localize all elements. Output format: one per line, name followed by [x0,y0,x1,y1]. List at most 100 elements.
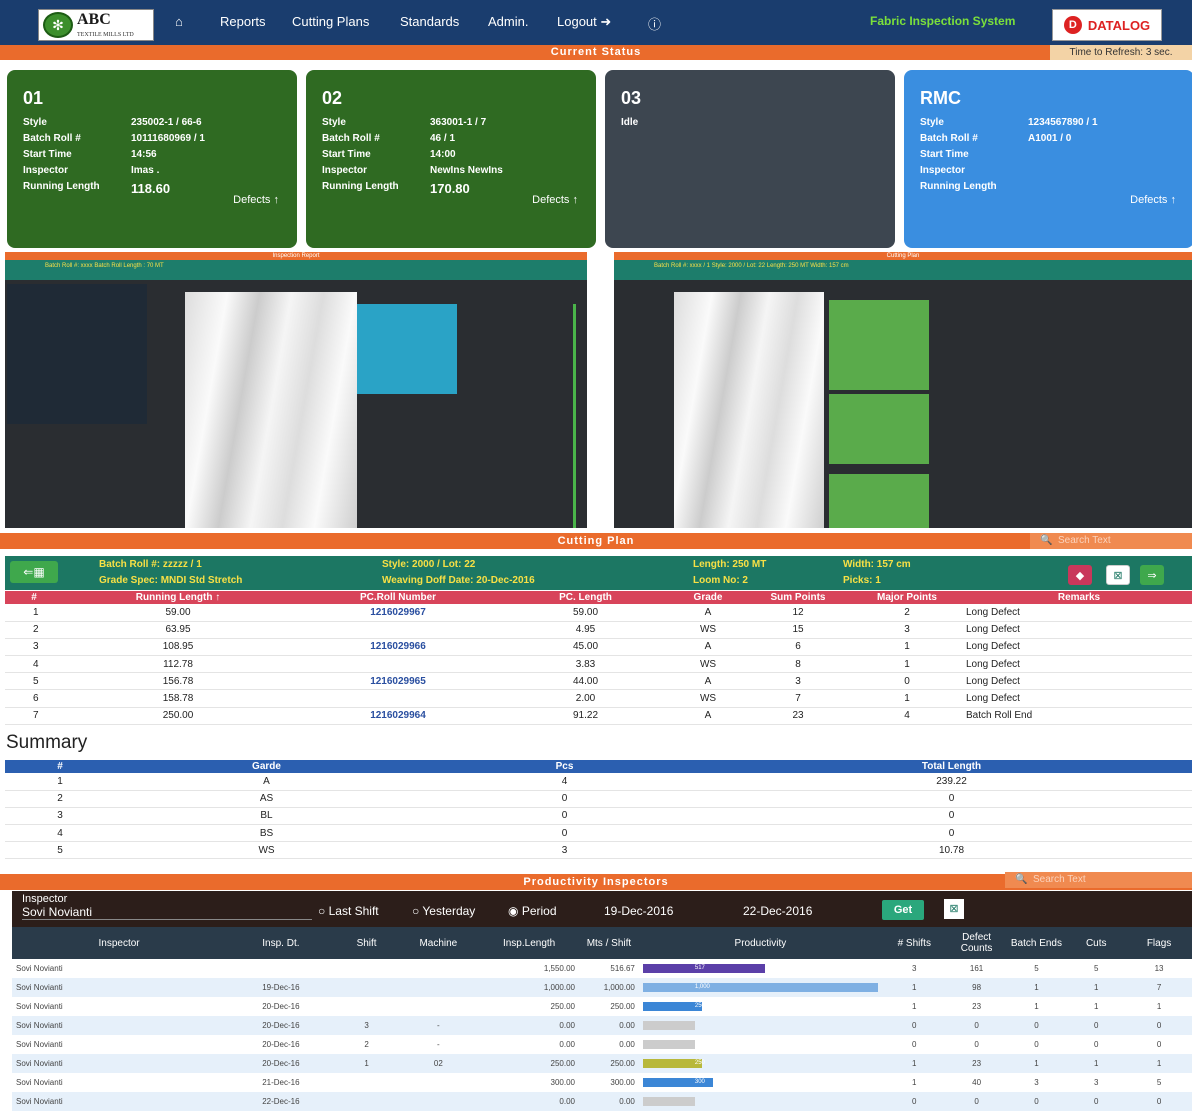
table-cell: A [115,773,418,791]
excel-export-button[interactable]: ⊠ [1106,565,1130,585]
table-cell: Sovi Novianti [16,964,63,973]
map-forward-button[interactable]: ⇒ [1140,565,1164,585]
column-header[interactable]: PC. Length [503,591,668,604]
column-header[interactable]: Batch Ends [1006,927,1067,959]
column-header[interactable]: Insp. Dt. [226,927,336,959]
column-header[interactable]: Productivity [638,927,882,959]
roll-number-link[interactable]: 1216029967 [293,604,503,622]
table-cell [397,1092,479,1111]
table-row[interactable]: Sovi Novianti 20-Dec-16 2 - 0.00 0.00 0 0 0 0 0 [12,1035,1192,1054]
column-header[interactable]: Flags [1126,927,1192,959]
column-header[interactable]: Insp.Length [479,927,579,959]
nav-standards[interactable]: Standards [400,14,459,29]
column-header[interactable]: Major Points [848,591,966,604]
productivity-bar: 1,000 [642,983,878,993]
column-header[interactable]: # [5,591,63,604]
defects-link[interactable]: Defects ↑ [1130,194,1176,206]
table-cell: 0 [418,790,711,808]
column-header[interactable]: PC.Roll Number [293,591,503,604]
roll-number-link[interactable] [293,621,503,639]
table-cell: Long Defect [966,672,1192,691]
table-row[interactable]: Sovi Novianti 21-Dec-16 300.00 300.00 300 1 40… [12,1073,1192,1092]
home-icon[interactable]: ⌂ [175,14,183,29]
table-row[interactable]: Sovi Novianti 20-Dec-16 250.00 250.00 250 1 23… [12,997,1192,1016]
nav-logout[interactable]: Logout ➜ [557,14,611,30]
column-header[interactable]: Sum Points [748,591,848,604]
cutting-plan-thumbnail[interactable]: Cutting Plan Batch Roll #: xxxx / 1 Styl… [614,252,1192,528]
back-grid-button[interactable]: ⇐▦ [10,561,58,583]
table-cell: 0 [418,807,711,826]
table-row[interactable]: 4 112.78 3.83 WS 8 1 Long Defect [5,655,1192,674]
table-cell: 8 [748,655,848,674]
company-logo[interactable]: ✻ ABC TEXTILE MILLS LTD [38,9,154,41]
period-radio[interactable]: ◉ Period [508,904,557,918]
date-from-input[interactable]: 19-Dec-2016 [604,904,673,918]
excel-export-icon[interactable]: ⊠ [944,899,964,919]
info-icon[interactable]: ⓘ [648,14,661,33]
roll-number-link[interactable] [293,689,503,708]
table-cell: 0 [1094,1021,1099,1030]
cutting-search-input[interactable]: 🔍 Search Text [1030,533,1192,549]
last-shift-radio[interactable]: ○ Last Shift [318,904,379,918]
defects-link[interactable]: Defects ↑ [233,194,279,206]
table-row[interactable]: 7 250.00 1216029964 91.22 A 23 4 Batch Roll End [5,707,1192,725]
table-row[interactable]: Sovi Novianti 1,550.00 516.67 517 3 161 5 5 13 [12,959,1192,978]
column-header[interactable]: Inspector [12,927,227,959]
card-row: Start Time 14:00 [322,149,580,161]
nav-reports[interactable]: Reports [220,14,266,29]
table-cell: 22-Dec-16 [262,1097,300,1106]
date-to-input[interactable]: 22-Dec-2016 [743,904,812,918]
tag-button[interactable]: ◆ [1068,565,1092,585]
table-cell: 0.00 [559,1040,575,1049]
station-card[interactable]: 01 Style 235002-1 / 66-6 Batch Roll # 101116… [7,70,297,248]
datalog-text: DATALOG [1087,17,1151,33]
table-row[interactable]: Sovi Novianti 22-Dec-16 0.00 0.00 0 0 0 0 0 [12,1092,1192,1111]
column-header[interactable]: # Shifts [881,927,947,959]
column-header[interactable]: Shift [335,927,398,959]
productivity-search-input[interactable]: 🔍 Search Text [1005,872,1192,888]
table-cell: 1,000.00 [603,983,635,992]
table-cell: 45.00 [503,638,668,657]
roll-number-link[interactable]: 1216029966 [293,638,503,657]
productivity-bar-cell: 1,000 [639,978,882,997]
table-row[interactable]: 3 108.95 1216029966 45.00 A 6 1 Long Defect [5,638,1192,657]
inspection-report-thumbnail[interactable]: Inspection Report Batch Roll #: xxxx Bat… [5,252,587,528]
table-cell: 1 [912,1059,917,1068]
card-row: Batch Roll # A1001 / 0 [920,133,1178,145]
card-row: Batch Roll # 10111680969 / 1 [23,133,281,145]
column-header[interactable]: Remarks [966,591,1192,604]
station-card[interactable]: 02 Style 363001-1 / 7 Batch Roll # 46 / 1 Sta… [306,70,596,248]
table-cell: - [437,1040,440,1049]
roll-number-link[interactable] [293,655,503,674]
card-value: 14:56 [131,149,157,160]
defects-link[interactable]: Defects ↑ [532,194,578,206]
table-row[interactable]: 5 156.78 1216029965 44.00 A 3 0 Long Defect [5,672,1192,691]
table-row[interactable]: Sovi Novianti 19-Dec-16 1,000.00 1,000.00 1,… [12,978,1192,997]
column-header[interactable]: Mts / Shift [578,927,639,959]
column-header[interactable]: Defect Counts [946,927,1007,959]
station-card[interactable]: 03 Idle [605,70,895,248]
table-cell: Long Defect [966,621,1192,639]
column-header: Garde [115,760,418,773]
fabric-image [674,292,824,528]
station-card[interactable]: RMC Style 1234567890 / 1 Batch Roll # A1001 … [904,70,1192,248]
table-row[interactable]: 6 158.78 2.00 WS 7 1 Long Defect [5,689,1192,708]
column-header[interactable]: Cuts [1066,927,1127,959]
nav-admin[interactable]: Admin. [488,14,528,29]
table-row[interactable]: Sovi Novianti 20-Dec-16 1 02 250.00 250.00 250… [12,1054,1192,1073]
table-row[interactable]: 1 59.00 1216029967 59.00 A 12 2 Long Defect [5,604,1192,622]
inspector-select[interactable]: Sovi Novianti [22,905,312,920]
roll-number-link[interactable]: 1216029965 [293,672,503,691]
table-row[interactable]: 2 63.95 4.95 WS 15 3 Long Defect [5,621,1192,639]
column-header[interactable]: Machine [397,927,480,959]
roll-number-link[interactable]: 1216029964 [293,707,503,725]
get-button[interactable]: Get [882,900,924,920]
nav-cutting-plans[interactable]: Cutting Plans [292,14,369,29]
yesterday-radio[interactable]: ○ Yesterday [412,904,475,918]
column-header[interactable]: Grade [668,591,748,604]
column-header[interactable]: Running Length ↑ [63,591,293,604]
table-cell: A [668,638,748,657]
grade-spec: Grade Spec: MNDI Std Stretch [99,575,243,586]
table-row[interactable]: Sovi Novianti 20-Dec-16 3 - 0.00 0.00 0 0 0 0 0 [12,1016,1192,1035]
table-cell: 0.00 [559,1097,575,1106]
